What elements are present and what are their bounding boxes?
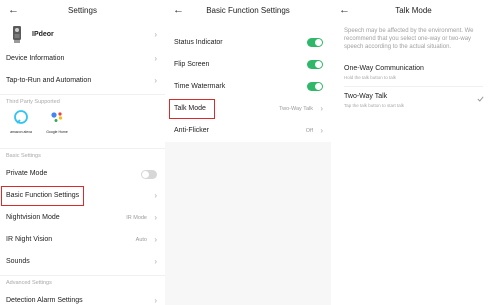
talk-mode-header: ← Talk Mode [331,0,496,24]
nightvision-mode-item[interactable]: Nightvision Mode IR Mode › [0,207,165,230]
spacer [165,24,331,32]
option-subtitle: Hold the talk button to talk [344,75,397,80]
divider [0,148,165,149]
option-subtitle: Tap the talk button to start talk [344,103,405,108]
item-label: Anti-Flicker [174,127,210,134]
one-way-option[interactable]: One-Way Communication Hold the talk butt… [331,60,496,84]
device-name: IPdeor [32,31,54,38]
item-value: Off [305,128,313,134]
google-caption: Google Home [46,130,68,134]
detection-alarm-settings-item[interactable]: Detection Alarm Settings › [0,290,165,305]
item-label: Nightvision Mode [6,214,60,221]
private-mode-toggle[interactable] [141,170,157,179]
third-party-section-title: Third Party Supported [6,99,60,105]
flip-screen-row: Flip Screen [165,54,331,77]
flip-screen-toggle[interactable] [307,60,323,69]
time-watermark-toggle[interactable] [307,82,323,91]
google-tile[interactable]: Google Home [42,110,72,140]
alexa-caption: amazon alexa [10,130,32,134]
ir-night-vision-item[interactable]: IR Night Vision Auto › [0,229,165,252]
time-watermark-row: Time Watermark [165,76,331,99]
chevron-right-icon: › [154,54,157,63]
chevron-right-icon: › [154,191,157,200]
private-mode-row: Private Mode [0,163,165,186]
item-value: IR Mode [126,215,147,221]
checkmark-icon [477,96,484,102]
talk-mode-note: Speech may be affected by the environmen… [344,28,474,50]
chevron-right-icon: › [320,126,323,135]
item-label: Status Indicator [174,39,223,46]
item-label: Device Information [6,55,65,62]
chevron-right-icon: › [154,213,157,222]
highlight-box [169,99,215,119]
item-label: Detection Alarm Settings [6,297,83,304]
talk-mode-panel: ← Talk Mode Speech may be affected by th… [331,0,496,305]
chevron-right-icon: › [154,30,157,39]
page-title: Basic Function Settings [206,6,290,15]
divider [344,86,483,87]
status-indicator-toggle[interactable] [307,38,323,47]
basic-section-title: Basic Settings [6,153,41,159]
item-label: Time Watermark [174,83,226,90]
divider [0,94,165,95]
item-value: Auto [135,237,147,243]
item-label: IR Night Vision [6,236,53,243]
settings-panel: ← Settings IPdeor › Device Information ›… [0,0,165,305]
camera-device-icon [13,26,21,43]
divider [0,275,165,276]
page-title: Talk Mode [395,6,432,15]
basic-function-panel: ← Basic Function Settings Status Indicat… [165,0,331,305]
sounds-item[interactable]: Sounds › [0,251,165,273]
device-information-item[interactable]: Device Information › [0,48,165,71]
item-label: Flip Screen [174,61,210,68]
basic-function-header: ← Basic Function Settings [165,0,331,24]
tap-to-run-item[interactable]: Tap-to-Run and Automation › [0,70,165,92]
amazon-alexa-icon [14,110,28,124]
chevron-right-icon: › [320,104,323,113]
google-assistant-icon [51,112,63,122]
option-title: One-Way Communication [344,65,424,72]
chevron-right-icon: › [154,76,157,85]
chevron-right-icon: › [154,235,157,244]
option-title: Two-Way Talk [344,93,388,100]
device-row[interactable]: IPdeor › [0,24,165,46]
status-indicator-row: Status Indicator [165,32,331,55]
item-value: Two-Way Talk [279,106,313,112]
item-label: Private Mode [6,170,48,177]
chevron-right-icon: › [154,257,157,266]
item-label: Sounds [6,258,30,265]
two-way-option[interactable]: Two-Way Talk Tap the talk button to star… [331,88,496,112]
settings-header: ← Settings [0,0,165,24]
alexa-tile[interactable]: amazon alexa [6,110,36,140]
advanced-section-title: Advanced Settings [6,280,52,286]
chevron-right-icon: › [154,296,157,305]
highlight-box [1,186,84,206]
item-label: Tap-to-Run and Automation [6,77,92,84]
anti-flicker-item[interactable]: Anti-Flicker Off › [165,120,331,142]
page-title: Settings [68,6,97,15]
